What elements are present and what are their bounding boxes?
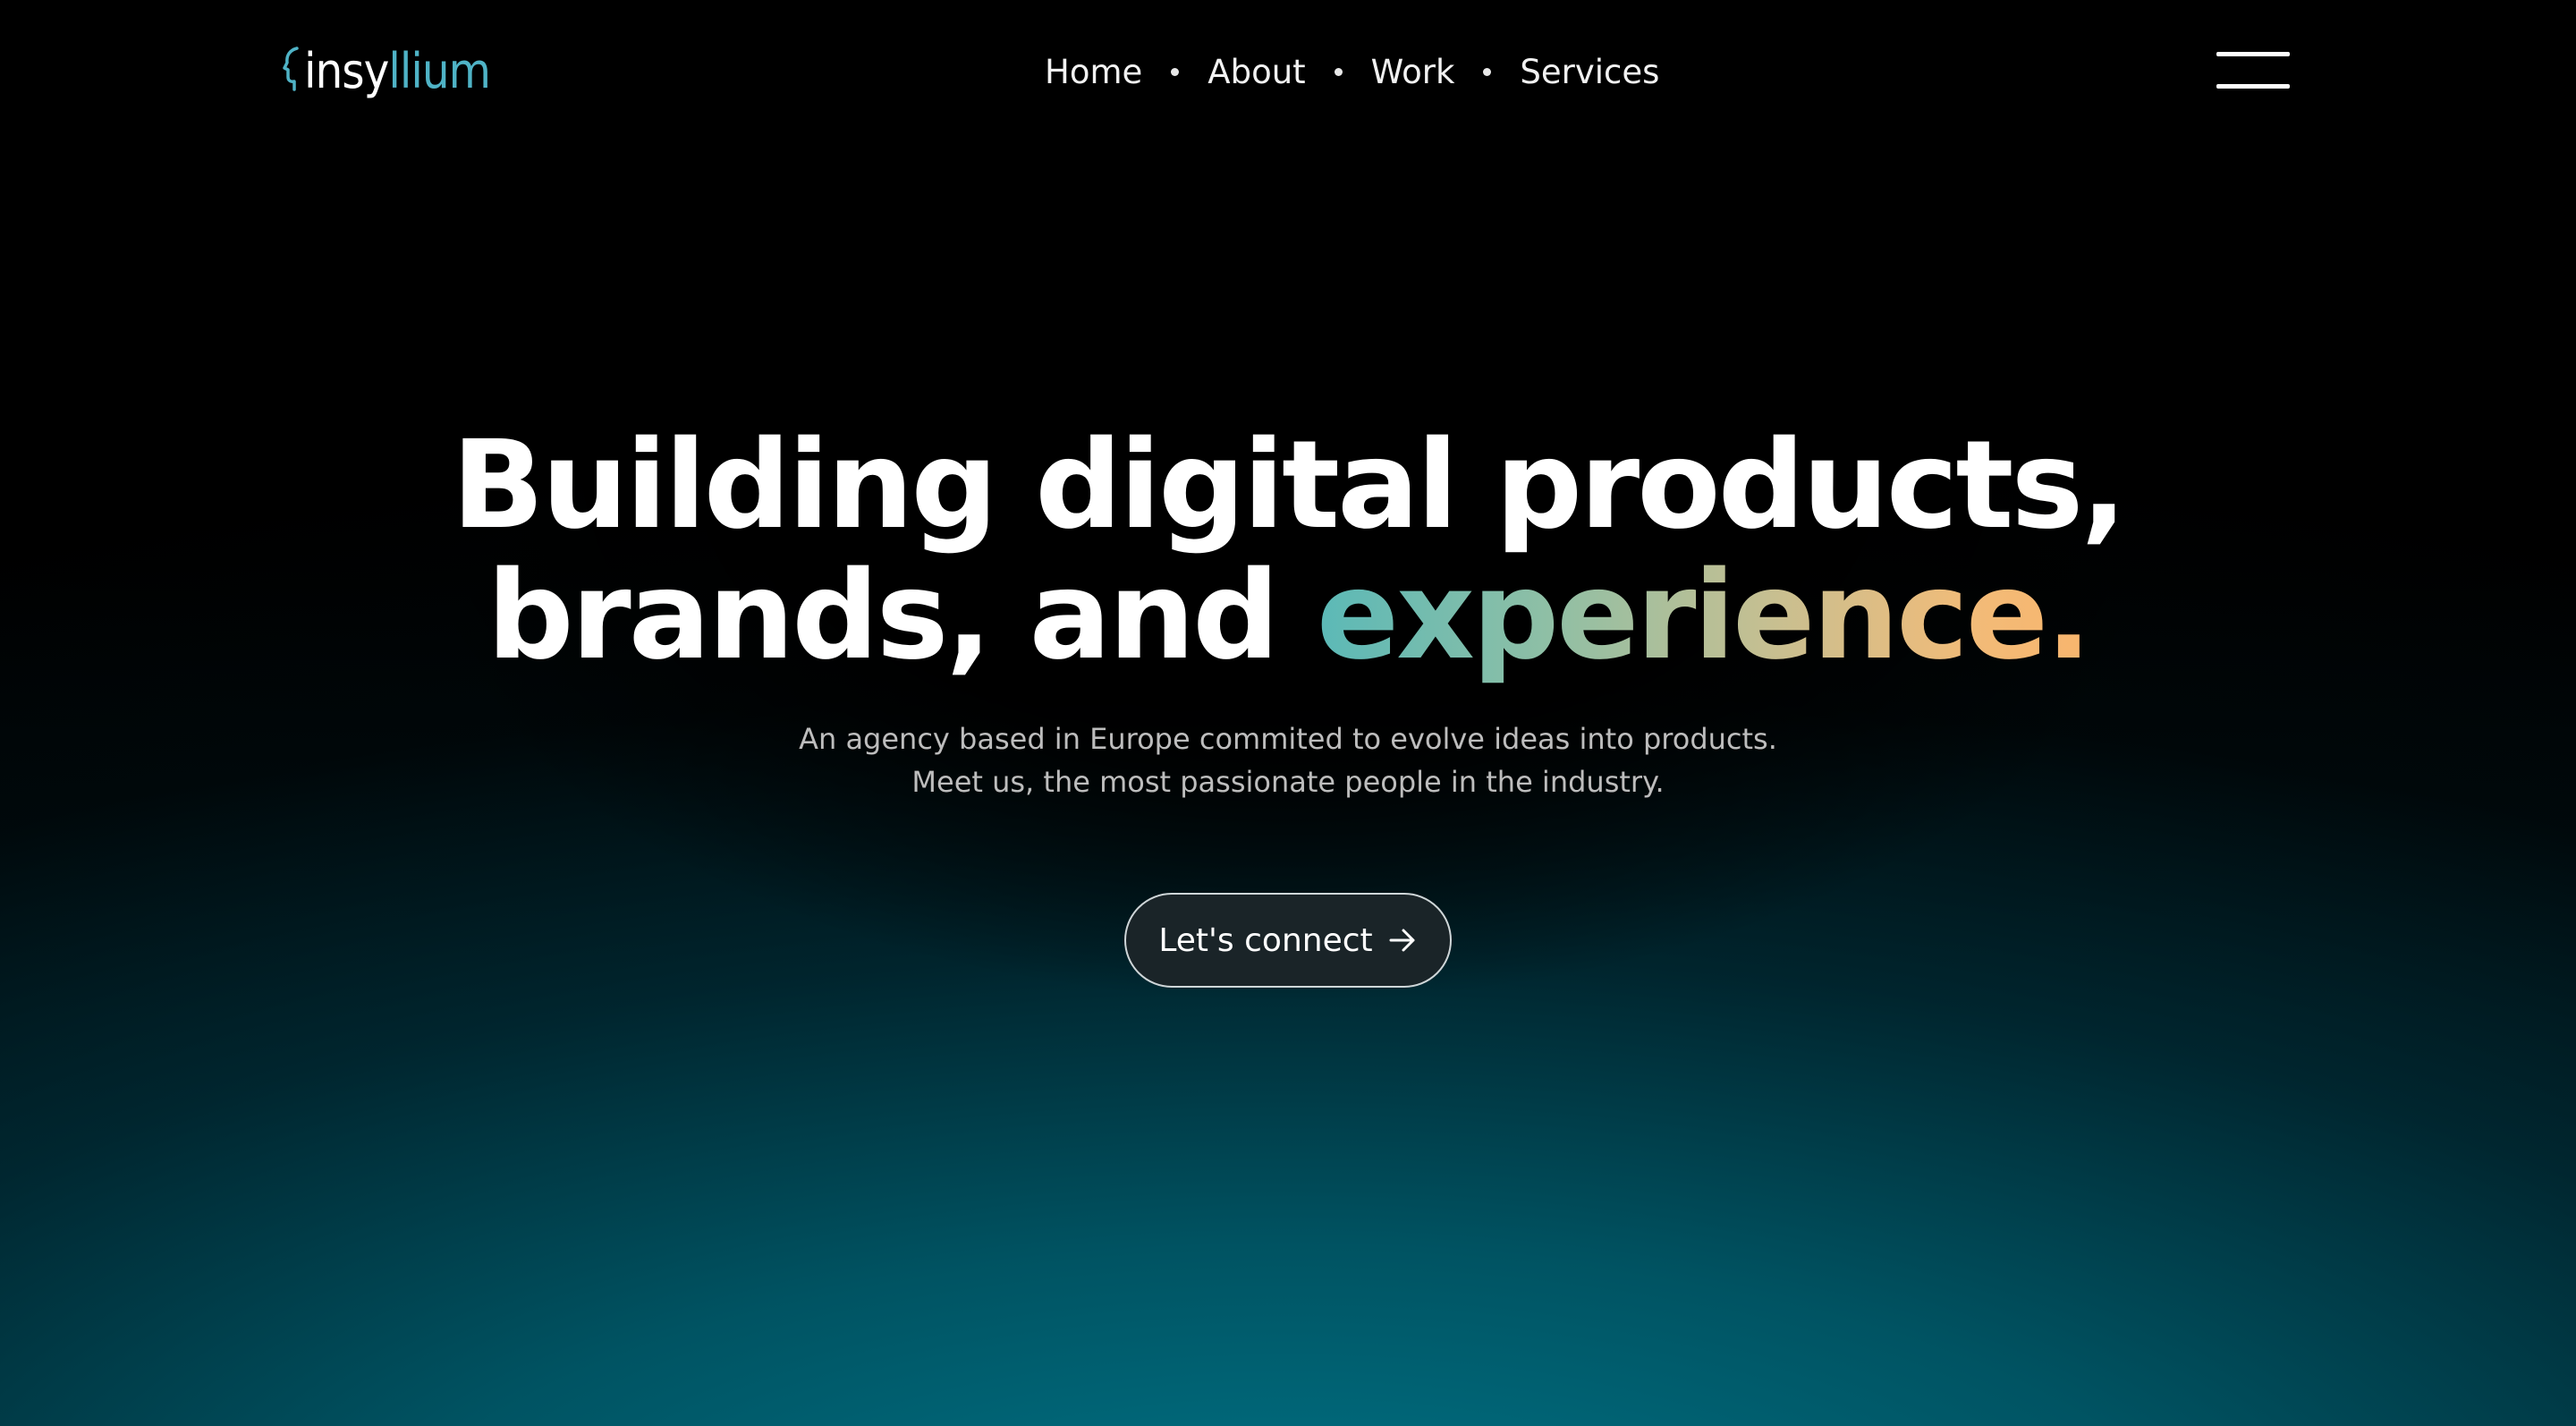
brand-name-second: llium [388,42,491,99]
hamburger-menu-icon[interactable] [2216,50,2290,91]
hero-headline: Building digital products, brands, and e… [0,420,2576,682]
top-navigation: insy llium Home About Work Services [0,0,2576,143]
head-profile-icon [283,47,299,91]
headline-line-2: brands, and [487,546,1317,687]
subtitle-line-1: An agency based in Europe commited to ev… [799,722,1777,756]
brand-logo[interactable]: insy llium [283,39,491,102]
nav-services[interactable]: Services [1520,53,1659,91]
nav-separator-dot [1334,67,1343,76]
nav-work[interactable]: Work [1371,53,1455,91]
nav-home[interactable]: Home [1045,53,1142,91]
nav-about[interactable]: About [1208,53,1305,91]
headline-highlight: experience. [1316,546,2092,687]
subtitle-line-2: Meet us, the most passionate people in t… [911,765,1665,799]
headline-line-1: Building digital products, [451,415,2127,556]
lets-connect-button[interactable]: Let's connect [1124,893,1452,988]
cta-label: Let's connect [1158,921,1373,959]
hero-subtitle: An agency based in Europe commited to ev… [0,717,2576,803]
nav-separator-dot [1171,67,1180,76]
nav-separator-dot [1483,67,1492,76]
main-menu: Home About Work Services [1045,47,1659,97]
hero-section: Building digital products, brands, and e… [0,420,2576,988]
brand-name-first: insy [304,42,389,99]
arrow-right-icon [1389,929,1415,952]
hamburger-line [2216,52,2290,56]
hamburger-line [2216,84,2290,89]
